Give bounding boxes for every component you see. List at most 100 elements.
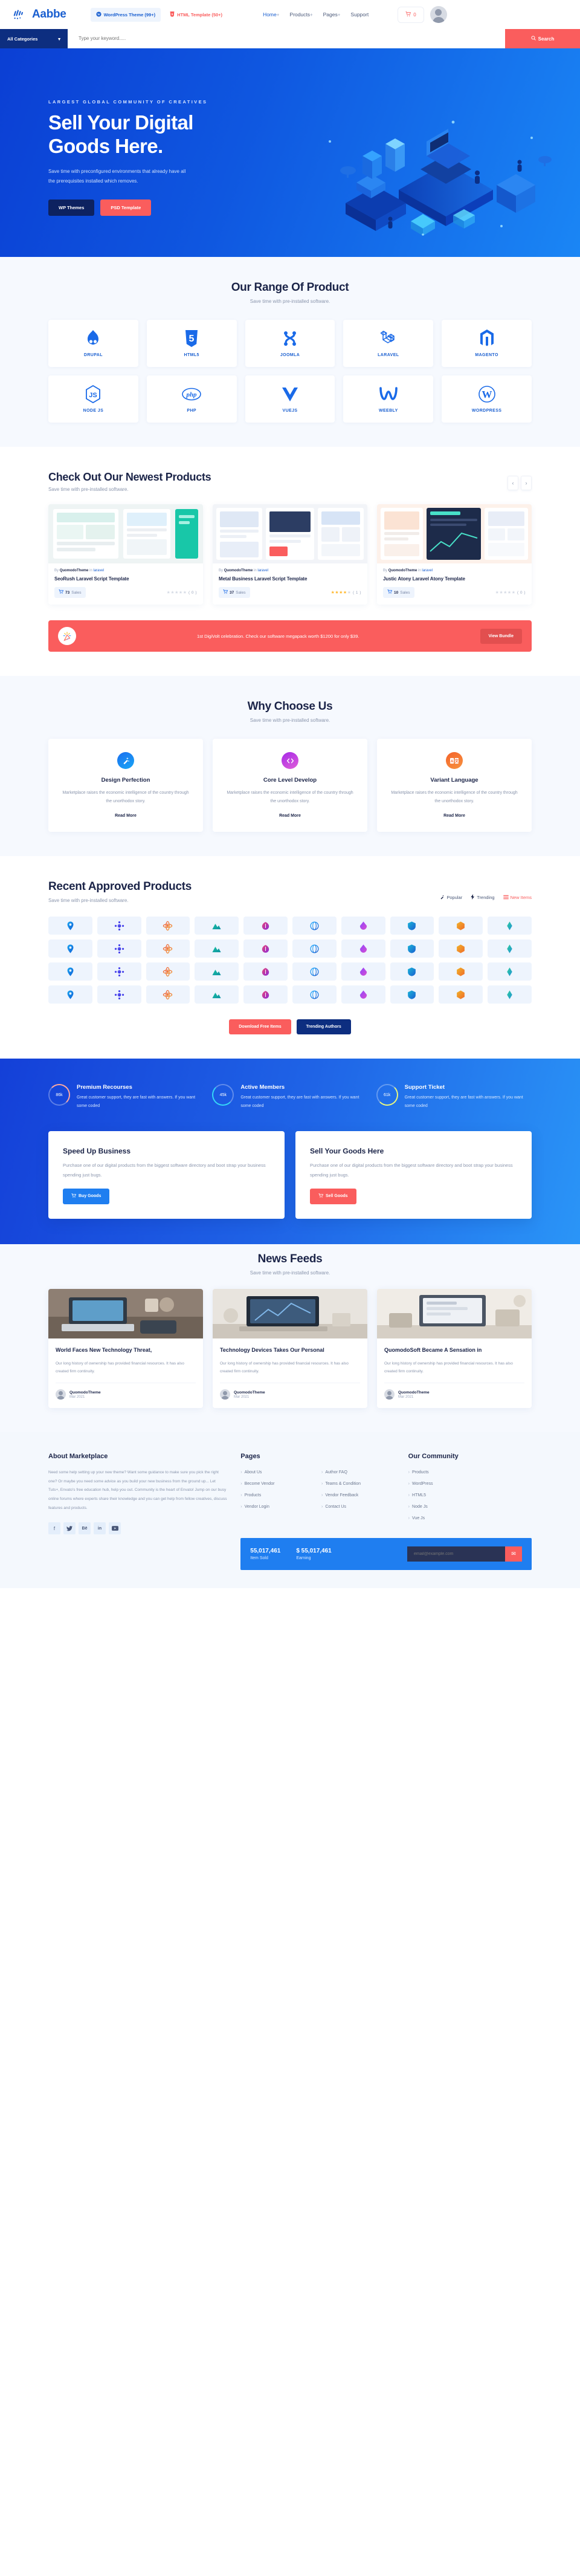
- ribbon-icon[interactable]: [195, 962, 239, 981]
- tech-card-wordpress[interactable]: W WORDPRESS: [442, 375, 532, 423]
- target-icon[interactable]: [243, 962, 288, 981]
- spiral-icon[interactable]: [146, 939, 190, 958]
- footer-link-about-us[interactable]: › About Us: [240, 1468, 314, 1476]
- prism-icon[interactable]: [292, 962, 337, 981]
- footer-link-community-nodejs[interactable]: › Node Js: [408, 1503, 532, 1511]
- chevron-left-icon[interactable]: ‹: [507, 476, 518, 490]
- gear-icon[interactable]: [97, 917, 141, 935]
- tree-icon[interactable]: [292, 985, 337, 1004]
- globe-icon[interactable]: [292, 917, 337, 935]
- swirl-icon[interactable]: [146, 985, 190, 1004]
- user-avatar[interactable]: [430, 6, 447, 23]
- psd-template-button[interactable]: PSD Template: [100, 199, 152, 216]
- footer-link-vendor-feedback[interactable]: › Vendor Feedback: [321, 1491, 395, 1499]
- star-icon[interactable]: [439, 939, 483, 958]
- search-submit-button[interactable]: Search: [505, 29, 580, 48]
- ball-icon[interactable]: [341, 962, 385, 981]
- tech-card-html5[interactable]: 5 HTML5: [146, 320, 237, 367]
- product-card[interactable]: By QuomodoTheme in laravel SeoRush Larav…: [48, 504, 203, 605]
- mountain-icon[interactable]: [195, 917, 239, 935]
- nav-item-pages[interactable]: Pages+: [323, 11, 341, 18]
- news-card[interactable]: Technology Devices Takes Our Personal Ou…: [213, 1288, 367, 1408]
- bloom-icon[interactable]: [97, 962, 141, 981]
- tech-card-joomla[interactable]: JOOMLA: [245, 320, 335, 367]
- wave-icon[interactable]: [488, 939, 532, 958]
- diamond-icon[interactable]: [488, 917, 532, 935]
- burst-icon[interactable]: [195, 939, 239, 958]
- tech-card-magento[interactable]: MAGENTO: [442, 320, 532, 367]
- pulse-icon[interactable]: [97, 985, 141, 1004]
- tab-trending[interactable]: Trending: [471, 894, 495, 901]
- tech-card-laravel[interactable]: LARAVEL: [343, 320, 434, 367]
- search-input[interactable]: [79, 36, 505, 41]
- news-card[interactable]: World Faces New Technology Threat, Our l…: [48, 1288, 203, 1408]
- tab-new-items[interactable]: New Items: [503, 894, 532, 901]
- droplet-icon[interactable]: [341, 917, 385, 935]
- wing-icon[interactable]: [439, 962, 483, 981]
- loop-icon[interactable]: [488, 962, 532, 981]
- key-icon[interactable]: [195, 985, 239, 1004]
- facebook-icon[interactable]: f: [48, 1522, 60, 1535]
- trending-authors-button[interactable]: Trending Authors: [296, 1019, 351, 1034]
- download-free-items-button[interactable]: Download Free Items: [229, 1019, 291, 1034]
- footer-link-vendor-login[interactable]: › Vendor Login: [240, 1503, 314, 1511]
- tech-card-drupal[interactable]: DRUPAL: [48, 320, 138, 367]
- twitter-icon[interactable]: [63, 1522, 76, 1535]
- cart-button[interactable]: 0: [398, 6, 424, 23]
- drop-icon[interactable]: [390, 962, 434, 981]
- news-card[interactable]: QuomodoSoft Became A Sensation in Our lo…: [377, 1288, 532, 1408]
- flower-icon[interactable]: [48, 962, 92, 981]
- flag-icon[interactable]: [341, 939, 385, 958]
- footer-link-community-products[interactable]: › Products: [408, 1468, 532, 1476]
- wp-themes-button[interactable]: WP Themes: [48, 199, 95, 216]
- hexagon-icon[interactable]: [439, 917, 483, 935]
- site-logo[interactable]: Aabbe: [13, 8, 66, 21]
- view-bundle-button[interactable]: View Bundle: [480, 628, 522, 644]
- tech-card-php[interactable]: php PHP: [146, 375, 237, 423]
- youtube-icon[interactable]: [109, 1522, 121, 1535]
- wordpress-theme-pill[interactable]: W WordPress Theme (99+): [90, 7, 161, 22]
- category-select[interactable]: All Categories ▾: [0, 29, 68, 48]
- chevron-right-icon[interactable]: ›: [521, 476, 532, 490]
- footer-link-products[interactable]: › Products: [240, 1491, 314, 1499]
- buy-goods-button[interactable]: Buy Goods: [63, 1188, 110, 1204]
- tech-card-vuejs[interactable]: VUEJS: [245, 375, 335, 423]
- nav-item-products[interactable]: Products+: [289, 11, 312, 18]
- leaf-icon[interactable]: [243, 917, 288, 935]
- atom-icon[interactable]: [146, 917, 190, 935]
- cube-icon[interactable]: [243, 939, 288, 958]
- footer-link-author-faq[interactable]: › Author FAQ: [321, 1468, 395, 1476]
- coin-icon[interactable]: [488, 985, 532, 1004]
- shape-icon[interactable]: [48, 939, 92, 958]
- badge-icon[interactable]: [390, 985, 434, 1004]
- footer-link-community-wordpress[interactable]: › WordPress: [408, 1480, 532, 1488]
- orbit-icon[interactable]: [146, 962, 190, 981]
- footer-link-community-html5[interactable]: › HTML5: [408, 1491, 532, 1499]
- footer-link-teams-condition[interactable]: › Teams & Condition: [321, 1480, 395, 1488]
- product-card[interactable]: By QuomodoTheme in laravel Justic Atony …: [377, 504, 532, 605]
- nav-item-home[interactable]: Home+: [263, 11, 279, 18]
- tech-card-weebly[interactable]: WEEBLY: [343, 375, 434, 423]
- linkedin-icon[interactable]: in: [94, 1522, 106, 1535]
- newsletter-submit-button[interactable]: ✉: [505, 1546, 522, 1562]
- behance-icon[interactable]: Bē: [79, 1522, 91, 1535]
- arrow-icon[interactable]: [390, 939, 434, 958]
- newsletter-email-input[interactable]: [407, 1546, 505, 1562]
- read-more-link[interactable]: Read More: [443, 814, 465, 818]
- chat-icon[interactable]: [341, 985, 385, 1004]
- footer-link-become-vendor[interactable]: › Become Vendor: [240, 1480, 314, 1488]
- read-more-link[interactable]: Read More: [115, 814, 137, 818]
- pin-icon[interactable]: [48, 917, 92, 935]
- crescent-icon[interactable]: [48, 985, 92, 1004]
- tech-card-nodejs[interactable]: JS NODE JS: [48, 375, 138, 423]
- html-template-pill[interactable]: 5 HTML Template (50+): [164, 8, 228, 22]
- plant-icon[interactable]: [243, 985, 288, 1004]
- sell-goods-button[interactable]: Sell Goods: [310, 1188, 356, 1204]
- rings-icon[interactable]: [292, 939, 337, 958]
- circles-icon[interactable]: [97, 939, 141, 958]
- book-icon[interactable]: [439, 985, 483, 1004]
- read-more-link[interactable]: Read More: [279, 814, 301, 818]
- product-card[interactable]: By QuomodoTheme in laravel Metal Busines…: [213, 504, 367, 605]
- footer-link-community-vuejs[interactable]: › Vue Js: [408, 1514, 532, 1522]
- footer-link-contact-us[interactable]: › Contact Us: [321, 1503, 395, 1511]
